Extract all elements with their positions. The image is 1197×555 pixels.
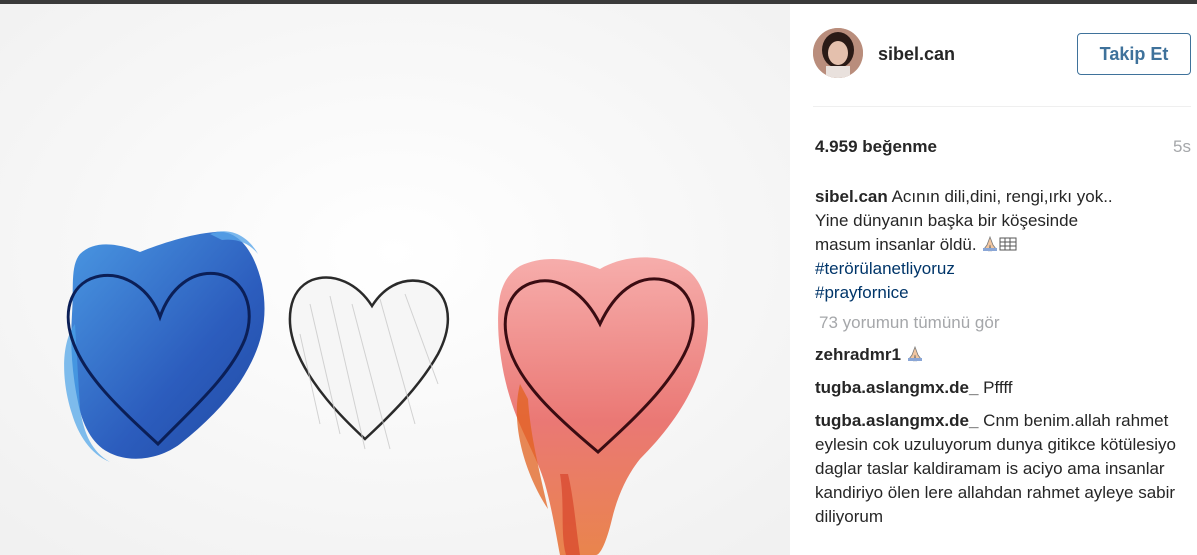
likes-count[interactable]: 4.959 beğenme [815,137,937,157]
post-sidebar: sibel.can Takip Et 4.959 beğenme 5s sibe… [790,4,1197,555]
hashtag-link[interactable]: #terörülanetliyoruz [815,257,1185,281]
follow-button[interactable]: Takip Et [1077,33,1191,75]
hearts-illustration [0,4,790,555]
comment-text: Pffff [983,378,1013,397]
flag-icon [999,237,1017,251]
post-time[interactable]: 5s [1173,137,1191,157]
hashtag-link[interactable]: #prayfornice [815,281,1185,305]
view-all-comments-link[interactable]: 73 yorumun tümünü gör [819,311,1185,335]
comment-username[interactable]: tugba.aslangmx.de_ [815,378,978,397]
comments-list: sibel.can Acının dili,dini, rengi,ırkı y… [815,185,1185,529]
praying-hands-icon [907,346,922,362]
comment-item: tugba.aslangmx.de_ Pffff [815,376,1185,400]
post-image[interactable] [0,4,790,555]
avatar[interactable] [813,28,863,78]
header-divider [813,106,1191,107]
author-username[interactable]: sibel.can [878,44,955,65]
comment-username[interactable]: zehradmr1 [815,345,901,364]
comment-item: tugba.aslangmx.de_ Cnm benim.allah rahme… [815,409,1185,529]
praying-hands-icon [983,236,998,252]
comment-item: zehradmr1 [815,343,1185,367]
comment-username[interactable]: tugba.aslangmx.de_ [815,411,978,430]
caption-username[interactable]: sibel.can [815,187,888,206]
caption: sibel.can Acının dili,dini, rengi,ırkı y… [815,185,1185,305]
